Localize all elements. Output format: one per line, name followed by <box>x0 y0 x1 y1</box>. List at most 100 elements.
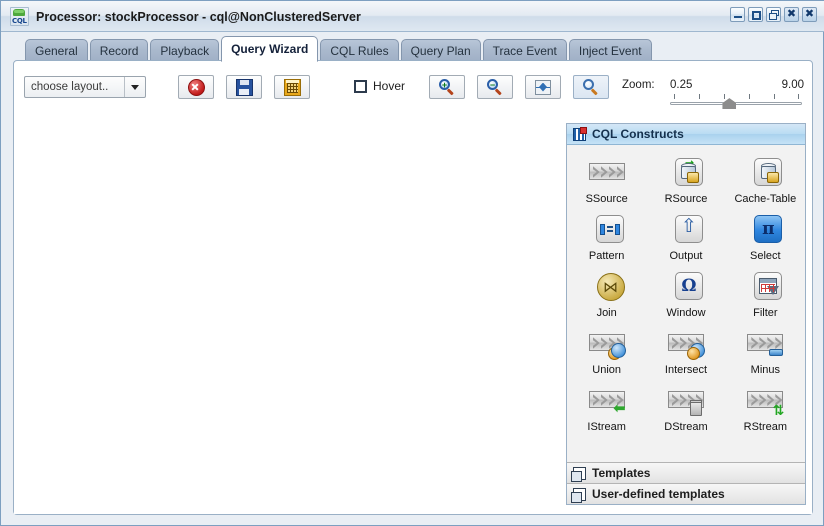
palette-item-label: Select <box>750 250 781 262</box>
tab-bar: General Record Playback Query Wizard CQL… <box>5 34 821 62</box>
palette-section-title: Templates <box>592 466 651 480</box>
application-window: CQL Processor: stockProcessor - cql@NonC… <box>0 0 824 526</box>
hover-label: Hover <box>373 79 406 93</box>
palette-item-label: Join <box>596 307 617 319</box>
palette-item-join[interactable]: Join <box>567 269 646 319</box>
window-controls: ✖ ✖ <box>730 7 817 22</box>
tab-trace-event[interactable]: Trace Event <box>482 39 567 62</box>
tab-query-wizard[interactable]: Query Wizard <box>221 36 319 62</box>
maximize-button[interactable] <box>748 7 763 22</box>
zoom-in-button[interactable]: + <box>429 75 465 99</box>
palette-grid: SSource ⇄ RSource Cache-Table <box>567 155 805 433</box>
tab-label: Query Wizard <box>231 42 309 56</box>
layout-select[interactable]: choose layout.. <box>24 76 146 98</box>
palette-section-title: CQL Constructs <box>592 127 684 141</box>
palette-item-istream[interactable]: ⬅ IStream <box>567 383 646 433</box>
palette-item-window[interactable]: Ω Window <box>646 269 725 319</box>
palette-item-output[interactable]: Output <box>646 212 725 262</box>
title-bar-left: CQL Processor: stockProcessor - cql@NonC… <box>10 1 361 32</box>
zoom-fit-button[interactable] <box>525 75 561 99</box>
pi-select-icon: π <box>746 212 784 246</box>
palette-item-label: RStream <box>743 421 788 433</box>
palette-item-dstream[interactable]: DStream <box>646 383 725 433</box>
delete-button[interactable] <box>178 75 214 99</box>
cql-app-icon: CQL <box>10 7 29 26</box>
palette-section-cql-constructs[interactable]: CQL Constructs <box>567 124 805 145</box>
stream-relation-icon: ⇅ <box>746 383 784 417</box>
palette-item-label: Cache-Table <box>734 193 797 205</box>
tab-inject-event[interactable]: Inject Event <box>568 39 652 62</box>
tab-label: General <box>35 44 78 58</box>
palette-item-cache-table[interactable]: Cache-Table <box>726 155 805 205</box>
palette-item-minus[interactable]: Minus <box>726 326 805 376</box>
tab-label: Trace Event <box>492 44 557 58</box>
close-icon: ✖ <box>804 8 815 20</box>
palette-item-label: IStream <box>587 421 626 433</box>
magnifier-plus-icon: + <box>439 79 455 96</box>
zoom-slider[interactable] <box>670 94 802 109</box>
palette-item-label: Pattern <box>588 250 625 262</box>
query-wizard-panel: choose layout.. Hover + − Zoom: 0.25 9.0… <box>13 60 813 515</box>
palette-item-label: Window <box>666 307 706 319</box>
palette-item-pattern[interactable]: Pattern <box>567 212 646 262</box>
checkbox-box[interactable] <box>354 79 367 93</box>
palette-item-rsource[interactable]: ⇄ RSource <box>646 155 725 205</box>
database-icon <box>746 155 784 189</box>
palette-item-label: Filter <box>753 307 778 319</box>
palette-section-title: User-defined templates <box>592 487 725 501</box>
tab-label: Query Plan <box>410 44 471 58</box>
tab-record[interactable]: Record <box>89 39 149 62</box>
pattern-icon <box>588 212 626 246</box>
omega-window-icon: Ω <box>667 269 705 303</box>
window-title: Processor: stockProcessor - cql@NonClust… <box>36 9 361 24</box>
tab-label: CQL Rules <box>330 44 389 58</box>
palette-section-user-defined-templates[interactable]: User-defined templates <box>567 483 805 504</box>
floppy-disk-icon <box>235 78 253 96</box>
palette-item-select[interactable]: π Select <box>726 212 805 262</box>
stream-intersect-icon <box>667 326 705 360</box>
chevron-down-icon <box>124 77 145 97</box>
fit-to-window-icon <box>535 79 551 95</box>
close-icon: ✖ <box>786 8 797 20</box>
tab-label: Playback <box>160 44 210 58</box>
zoom-out-button[interactable]: − <box>477 75 513 99</box>
restore-button[interactable] <box>766 7 781 22</box>
tab-cql-rules[interactable]: CQL Rules <box>320 39 399 62</box>
grid-button[interactable] <box>274 75 310 99</box>
database-arrows-icon: ⇄ <box>667 155 705 189</box>
hover-checkbox[interactable]: Hover <box>354 79 405 93</box>
stream-union-icon <box>588 326 626 360</box>
stream-minus-icon <box>746 326 784 360</box>
palette-item-filter[interactable]: Filter <box>726 269 805 319</box>
red-x-circle-icon <box>187 78 205 96</box>
zoom-actual-button[interactable] <box>573 75 609 99</box>
yellow-grid-icon <box>283 78 301 96</box>
palette-item-rstream[interactable]: ⇅ RStream <box>726 383 805 433</box>
stream-insert-icon: ⬅ <box>588 383 626 417</box>
save-button[interactable] <box>226 75 262 99</box>
tab-general[interactable]: General <box>25 39 88 62</box>
close-window-button[interactable]: ✖ <box>802 7 817 22</box>
magnifier-icon <box>583 79 599 96</box>
page-icon <box>571 487 586 503</box>
tab-playback[interactable]: Playback <box>150 39 220 62</box>
palette-item-union[interactable]: Union <box>567 326 646 376</box>
page-icon <box>571 466 586 482</box>
palette-item-label: Union <box>592 364 622 376</box>
palette-item-label: Output <box>669 250 703 262</box>
palette-items: SSource ⇄ RSource Cache-Table <box>567 145 805 433</box>
slider-ticks <box>670 94 802 99</box>
palette-item-label: Intersect <box>664 364 708 376</box>
palette-item-ssource[interactable]: SSource <box>567 155 646 205</box>
slider-thumb[interactable] <box>722 98 737 109</box>
palette-item-intersect[interactable]: Intersect <box>646 326 725 376</box>
zoom-max-value: 9.00 <box>781 79 804 91</box>
tab-query-plan[interactable]: Query Plan <box>400 39 481 62</box>
close-view-button[interactable]: ✖ <box>784 7 799 22</box>
palette-item-label: DStream <box>664 421 708 433</box>
stream-delete-icon <box>667 383 705 417</box>
minimize-button[interactable] <box>730 7 745 22</box>
output-arrows-icon <box>667 212 705 246</box>
tab-label: Record <box>99 44 139 58</box>
palette-section-templates[interactable]: Templates <box>567 462 805 483</box>
